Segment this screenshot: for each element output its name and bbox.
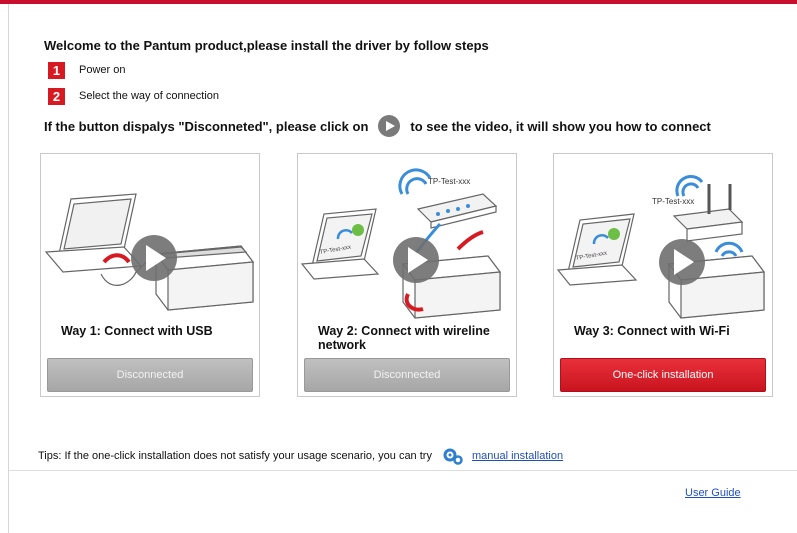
- usb-connection-card: Way 1: Connect with USB Disconnected: [40, 153, 260, 397]
- footer-divider: [9, 470, 797, 471]
- left-border: [8, 4, 9, 533]
- wireline-connection-card: TP-Test-xxx TP-Test-xxx Way 2: Connect w…: [297, 153, 517, 397]
- usb-illustration: [44, 193, 255, 311]
- way-title: Way 2: Connect with wireline network: [318, 324, 490, 352]
- step-1: 1 Power on: [48, 61, 125, 79]
- step-2: 2 Select the way of connection: [48, 87, 219, 105]
- top-accent-bar: [0, 0, 797, 4]
- usb-video-play-icon[interactable]: [131, 235, 177, 281]
- play-video-icon[interactable]: [378, 115, 401, 137]
- router-ssid-label: TP-Test-xxx: [652, 197, 694, 206]
- hint-text-after: to see the video, it will show you how t…: [410, 118, 711, 134]
- wifi-illustration: TP-Test-xxx TP-Test-xxx: [556, 175, 766, 319]
- wifi-connection-card: TP-Test-xxx TP-Test-xxx Way 3: Connect w…: [553, 153, 773, 397]
- gear-icon: [442, 447, 464, 465]
- wireline-video-play-icon[interactable]: [393, 237, 439, 283]
- step-number: 1: [48, 61, 65, 79]
- wireline-illustration: TP-Test-xxx TP-Test-xxx: [300, 168, 502, 319]
- router-ssid-label: TP-Test-xxx: [428, 177, 470, 186]
- welcome-heading: Welcome to the Pantum product,please ins…: [44, 38, 489, 53]
- step-number: 2: [48, 87, 65, 105]
- way-title: Way 1: Connect with USB: [61, 324, 213, 338]
- hint-text-before: If the button dispalys "Disconneted", pl…: [44, 118, 369, 134]
- step-label: Power on: [79, 64, 126, 76]
- one-click-install-button[interactable]: One-click installation: [560, 358, 766, 392]
- wifi-video-play-icon[interactable]: [659, 239, 705, 285]
- manual-installation-link[interactable]: manual installation: [472, 450, 563, 462]
- user-guide-link[interactable]: User Guide: [685, 487, 741, 499]
- way-title: Way 3: Connect with Wi-Fi: [574, 324, 730, 338]
- video-hint: If the button dispalys "Disconneted", pl…: [44, 115, 711, 137]
- tips-row: Tips: If the one-click installation does…: [38, 447, 563, 465]
- wireline-status-button[interactable]: Disconnected: [304, 358, 510, 392]
- usb-status-button[interactable]: Disconnected: [47, 358, 253, 392]
- tips-text: Tips: If the one-click installation does…: [38, 450, 432, 462]
- step-label: Select the way of connection: [79, 90, 220, 102]
